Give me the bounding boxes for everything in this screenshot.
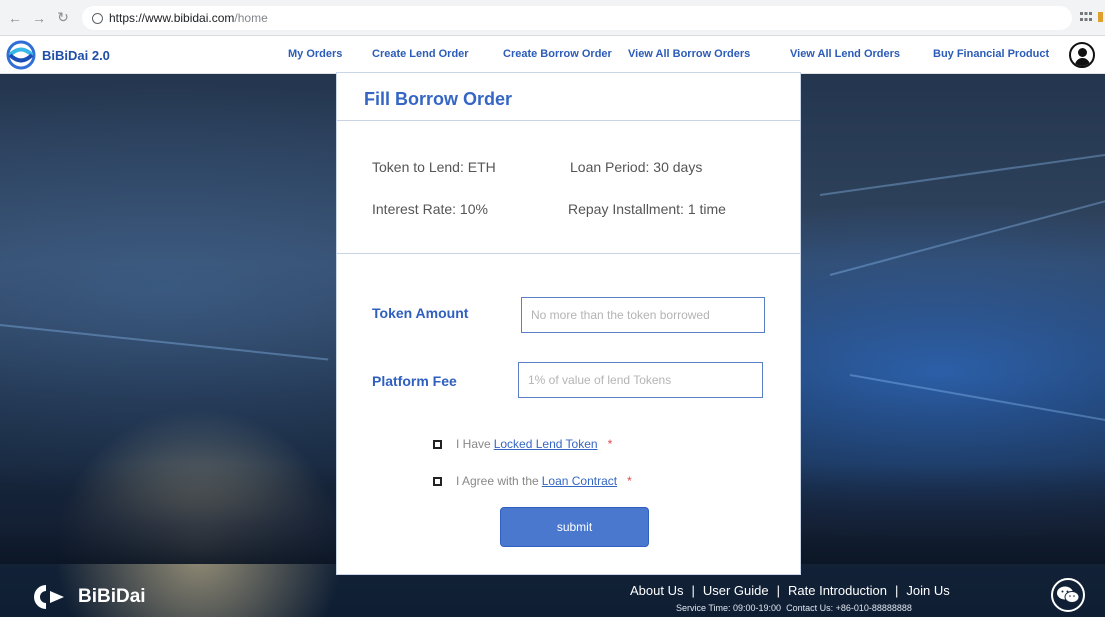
- interest-rate-text: Interest Rate: 10%: [372, 201, 488, 217]
- token-to-lend-text: Token to Lend: ETH: [372, 159, 496, 175]
- service-time-text: Service Time: 09:00-19:00: [676, 603, 782, 613]
- url-host: https://www.bibidai.com: [109, 11, 235, 25]
- footer-logo-text: BiBiDai: [78, 586, 146, 607]
- required-asterisk: *: [627, 474, 632, 488]
- site-logo[interactable]: BiBiDai 2.0: [6, 40, 110, 70]
- reload-icon[interactable]: ↻: [54, 9, 72, 27]
- loan-contract-link[interactable]: Loan Contract: [542, 474, 617, 488]
- light-trail: [819, 152, 1105, 196]
- footer-link-about-us[interactable]: About Us: [630, 583, 683, 598]
- token-amount-input[interactable]: [521, 297, 765, 333]
- light-trail: [0, 324, 329, 361]
- secure-globe-icon: [92, 12, 103, 24]
- wechat-icon[interactable]: [1051, 578, 1085, 612]
- footer-link-rate-introduction[interactable]: Rate Introduction: [788, 583, 887, 598]
- nav-view-all-borrow-orders[interactable]: View All Borrow Orders: [628, 48, 750, 60]
- info-divider: [337, 253, 800, 254]
- repay-installment-text: Repay Installment: 1 time: [568, 201, 726, 217]
- agree-loan-contract-row: I Agree with the Loan Contract *: [433, 474, 632, 488]
- platform-fee-label: Platform Fee: [372, 373, 457, 389]
- footer-logo-icon: [34, 585, 64, 609]
- contact-text: Contact Us: +86-010-88888888: [786, 603, 912, 613]
- forward-arrow-icon[interactable]: →: [30, 9, 48, 27]
- loan-period-text: Loan Period: 30 days: [570, 159, 703, 175]
- apps-grid-icon[interactable]: [1080, 12, 1092, 22]
- nav-view-all-lend-orders[interactable]: View All Lend Orders: [790, 48, 900, 60]
- nav-my-orders[interactable]: My Orders: [288, 48, 342, 60]
- address-bar[interactable]: https://www.bibidai.com/home: [82, 6, 1072, 30]
- locked-lend-token-text: I Have: [456, 437, 491, 451]
- locked-lend-token-checkbox[interactable]: [433, 439, 442, 449]
- light-trail: [829, 198, 1105, 276]
- url-path: /home: [234, 11, 268, 25]
- browser-toolbar: ← → ↻ https://www.bibidai.com/home: [0, 0, 1105, 36]
- footer-separator: |: [776, 583, 781, 598]
- nav-create-borrow-order[interactable]: Create Borrow Order: [503, 48, 612, 60]
- footer-links: About Us | User Guide | Rate Introduction | Jo…: [630, 583, 950, 598]
- user-avatar-icon[interactable]: [1069, 42, 1095, 68]
- back-arrow-icon[interactable]: ←: [6, 9, 24, 27]
- title-divider: [337, 120, 800, 121]
- footer-logo[interactable]: BiBiDai: [32, 583, 146, 611]
- modal-title: Fill Borrow Order: [364, 89, 513, 109]
- fill-borrow-order-modal: Fill Borrow Order Token to Lend: ETH Loa…: [336, 72, 801, 575]
- extension-icon[interactable]: [1098, 12, 1103, 22]
- footer-link-join-us[interactable]: Join Us: [906, 583, 949, 598]
- locked-lend-token-row: I Have Locked Lend Token *: [433, 437, 612, 451]
- nav-buy-financial-product[interactable]: Buy Financial Product: [933, 48, 1049, 60]
- platform-fee-input[interactable]: [518, 362, 763, 398]
- footer-separator: |: [895, 583, 899, 598]
- light-trail: [849, 374, 1105, 422]
- avatar-body: [1075, 58, 1090, 66]
- avatar-head: [1078, 48, 1087, 57]
- footer-service-info: Service Time: 09:00-19:00 Contact Us: +8…: [676, 603, 912, 613]
- agree-loan-contract-text: I Agree with the: [456, 474, 539, 488]
- footer-link-user-guide[interactable]: User Guide: [703, 583, 769, 598]
- footer-separator: |: [691, 583, 695, 598]
- bibidai-logo-icon: [6, 40, 36, 70]
- token-amount-label: Token Amount: [372, 305, 469, 321]
- required-asterisk: *: [607, 437, 613, 451]
- submit-button[interactable]: submit: [500, 507, 649, 547]
- agree-loan-contract-checkbox[interactable]: [433, 476, 442, 486]
- site-logo-text: BiBiDai 2.0: [42, 47, 110, 63]
- nav-create-lend-order[interactable]: Create Lend Order: [372, 48, 469, 60]
- wechat-glyph: [1057, 586, 1079, 603]
- locked-lend-token-link[interactable]: Locked Lend Token: [494, 437, 598, 451]
- site-header: BiBiDai 2.0 My Orders Create Lend Order …: [0, 36, 1105, 74]
